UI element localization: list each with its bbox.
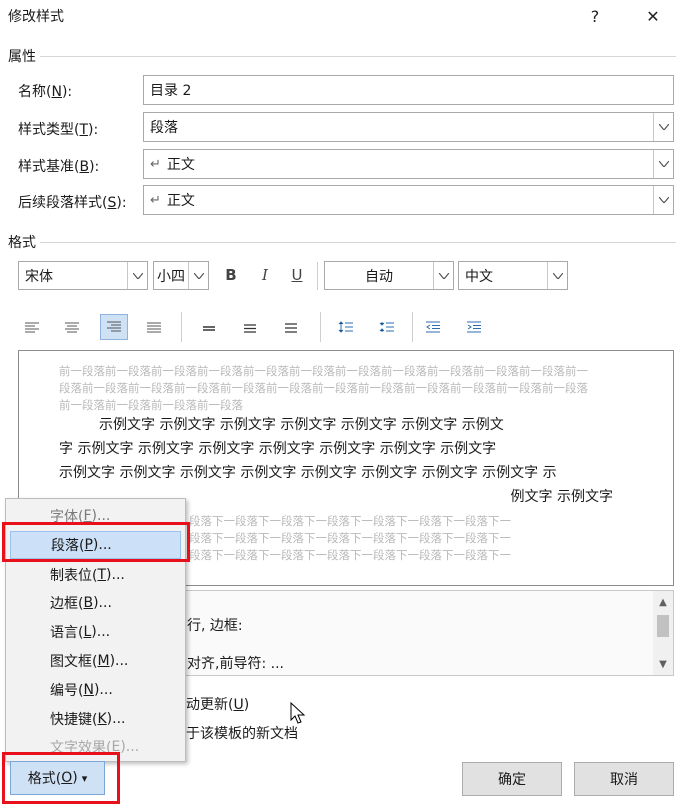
dialog-title: 修改样式 <box>8 9 64 25</box>
new-documents-label[interactable]: 于该模板的新文档 <box>186 723 298 743</box>
chevron-down-icon[interactable] <box>127 262 147 289</box>
font-size-select[interactable]: 小四 <box>153 261 209 290</box>
cancel-button[interactable]: 取消 <box>574 762 674 796</box>
underline-button[interactable]: U <box>285 262 309 288</box>
italic-button[interactable]: I <box>253 262 277 288</box>
description-line: 对齐,前导符: ... <box>187 656 284 672</box>
chevron-down-icon[interactable] <box>653 186 673 214</box>
scroll-up-icon[interactable]: ▲ <box>653 593 673 611</box>
bold-button[interactable]: B <box>219 262 243 288</box>
description-line: 行, 边框: <box>187 618 243 634</box>
scroll-down-icon[interactable]: ▼ <box>653 655 673 673</box>
style-based-label: 样式基准(B): <box>18 159 100 175</box>
name-input[interactable]: 目录 2 <box>143 75 674 105</box>
menu-item-border[interactable]: 边框(B)... <box>6 589 185 617</box>
style-based-select[interactable]: ↵ 正文 <box>143 149 674 179</box>
style-type-label: 样式类型(T): <box>18 122 99 138</box>
format-divider <box>40 242 676 243</box>
highlight-format-button <box>2 752 120 804</box>
format-heading: 格式 <box>8 235 36 251</box>
toolbar-separator <box>317 262 318 290</box>
description-scrollbar[interactable]: ▲ ▼ <box>653 591 673 675</box>
chevron-down-icon[interactable] <box>547 262 567 289</box>
one-half-spacing-icon[interactable] <box>236 315 264 341</box>
style-type-select[interactable]: 段落 <box>143 112 674 142</box>
double-spacing-icon[interactable] <box>277 315 305 341</box>
paragraph-return-icon: ↵ <box>150 156 161 172</box>
properties-heading: 属性 <box>8 49 36 65</box>
auto-update-label[interactable]: 动更新(U) <box>186 694 249 714</box>
preview-next-paragraph: 段落下一段落下一段落下一段落下一段落下一段落下一段落下一 段落下一段落下一段落下… <box>189 514 511 562</box>
help-button[interactable]: ? <box>572 0 618 32</box>
decrease-spacing-icon[interactable] <box>373 314 401 340</box>
chevron-down-icon[interactable] <box>433 262 453 289</box>
next-style-select[interactable]: ↵ 正文 <box>143 185 674 215</box>
align-right-icon[interactable] <box>100 314 128 340</box>
chevron-down-icon[interactable] <box>653 150 673 178</box>
decrease-indent-icon[interactable] <box>419 314 447 340</box>
align-justify-icon[interactable] <box>140 315 168 341</box>
properties-divider <box>40 56 676 57</box>
menu-item-frame[interactable]: 图文框(M)... <box>6 647 185 675</box>
font-color-select[interactable]: 自动 <box>324 261 454 290</box>
toolbar-separator <box>412 312 413 342</box>
script-select[interactable]: 中文 <box>458 261 568 290</box>
increase-indent-icon[interactable] <box>460 314 488 340</box>
scroll-thumb[interactable] <box>657 615 669 637</box>
align-center-icon[interactable] <box>58 315 86 341</box>
mouse-cursor-icon <box>290 702 306 724</box>
toolbar-separator <box>181 312 182 342</box>
preview-sample-text: 示例文字 示例文字 示例文字 示例文字 示例文字 示例文字 示例文 字 示例文字… <box>59 417 613 505</box>
align-left-icon[interactable] <box>18 315 46 341</box>
font-select[interactable]: 宋体 <box>18 261 148 290</box>
increase-spacing-icon[interactable] <box>332 314 360 340</box>
menu-item-language[interactable]: 语言(L)... <box>6 618 185 646</box>
ok-button[interactable]: 确定 <box>462 762 562 796</box>
chevron-down-icon[interactable] <box>188 262 208 289</box>
single-spacing-icon[interactable] <box>195 315 223 341</box>
highlight-paragraph-item <box>2 522 190 562</box>
chevron-down-icon[interactable] <box>653 113 673 141</box>
menu-item-shortcut-key[interactable]: 快捷键(K)... <box>6 705 185 733</box>
preview-previous-paragraph: 前一段落前一段落前一段落前一段落前一段落前一段落前一段落前一段落前一段落前一段落… <box>59 364 588 412</box>
menu-item-tabs[interactable]: 制表位(T)... <box>6 561 185 589</box>
close-button[interactable]: ✕ <box>630 0 676 32</box>
paragraph-return-icon: ↵ <box>150 192 161 208</box>
menu-item-numbering[interactable]: 编号(N)... <box>6 676 185 704</box>
next-style-label: 后续段落样式(S): <box>18 195 127 211</box>
name-label: 名称(N): <box>18 84 73 100</box>
toolbar-separator <box>320 312 321 342</box>
